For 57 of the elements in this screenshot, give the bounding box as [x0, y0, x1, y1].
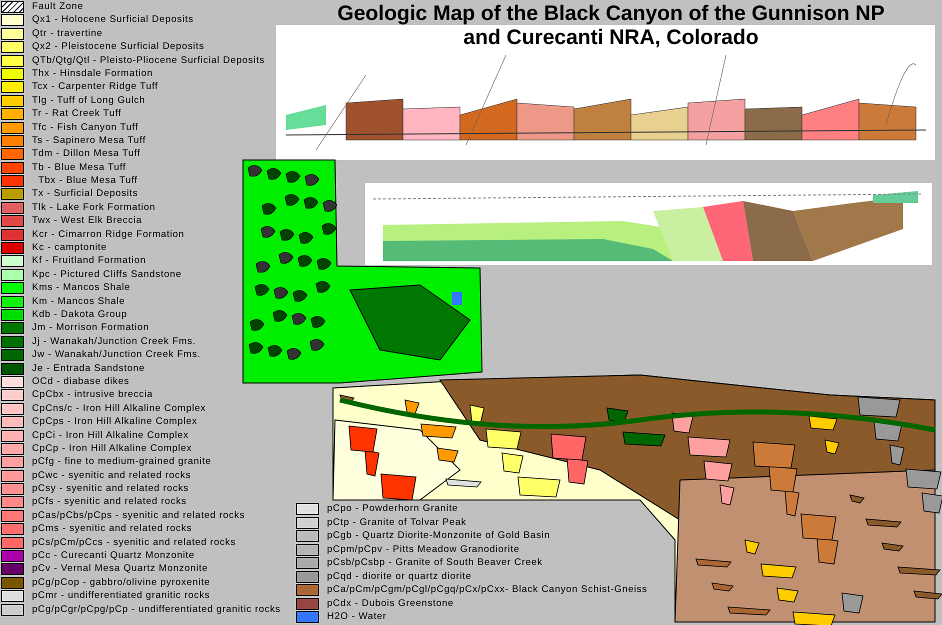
- legend-label: H2O - Water: [327, 611, 387, 623]
- legend-label: pCtp - Granite of Tolvar Peak: [327, 516, 466, 528]
- map-title: and Curecanti NRA, Colorado: [462, 26, 760, 50]
- legend-label: Qx1 - Holocene Surficial Deposits: [32, 14, 194, 26]
- legend-label: pCc - Curecanti Quartz Monzonite: [32, 550, 195, 562]
- legend-label: Kms - Mancos Shale: [32, 282, 130, 294]
- legend-label: pCmr - undifferentiated granitic rocks: [32, 590, 210, 602]
- legend-label: Kf - Fruitland Formation: [32, 255, 146, 268]
- legend-label: Kcr - Cimarron Ridge Formation: [32, 228, 184, 241]
- legend-label: Jw - Wanakah/Junction Creek Fms.: [32, 349, 201, 362]
- legend-label: Tcx - Carpenter Ridge Tuff: [32, 81, 158, 94]
- legend-label: Twx - West Elk Breccia: [32, 215, 142, 228]
- legend-label: pCfs - syenitic and related rocks: [32, 496, 187, 508]
- legend-label: pCgb - Quartz Diorite-Monzonite of Gold Basin: [327, 530, 550, 542]
- legend-label: Jm - Morrison Formation: [32, 322, 150, 334]
- legend-label: pCpo - Powderhorn Granite: [327, 503, 458, 515]
- legend-label: pCv - Vernal Mesa Quartz Monzonite: [32, 563, 208, 576]
- legend-label: Je - Entrada Sandstone: [32, 362, 145, 375]
- legend-label: QTb/Qtg/Qtl - Pleisto-Pliocene Surficial Deposits: [32, 54, 265, 67]
- legend-label: Tdm - Dillon Mesa Tuff: [32, 148, 140, 160]
- legend-label: pCpm/pCpv - Pitts Meadow Granodiorite: [327, 544, 520, 556]
- map-title: Geologic Map of the Black Canyon of the Gunnison NP: [336, 2, 886, 26]
- legend-label: Kdb - Dakota Group: [32, 308, 128, 321]
- legend-label: Jj - Wanakah/Junction Creek Fms.: [32, 336, 196, 348]
- legend-label: pCs/pCm/pCcs - syenitic and related rocks: [32, 536, 236, 549]
- legend-label: pCwc - syenitic and related rocks: [32, 470, 191, 482]
- legend-label: pCdx - Dubois Greenstone: [327, 598, 454, 610]
- legend-label: CpCbx - intrusive breccia: [32, 389, 153, 402]
- legend-label: Tb - Blue Mesa Tuff: [32, 162, 126, 174]
- legend-label: Qx2 - Pleistocene Surficial Deposits: [32, 41, 204, 54]
- legend-label: pCa/pCm/pCgm/pCgl/pCgq/pCx/pCxx- Black Canyon Schist-Gneiss: [327, 584, 648, 596]
- legend-label: Thx - Hinsdale Formation: [32, 68, 153, 80]
- legend-label: pCqd - diorite or quartz diorite: [327, 570, 472, 582]
- legend-label: CpCi - Iron Hill Alkaline Complex: [32, 430, 189, 442]
- legend-label: Tlk - Lake Fork Formation: [32, 202, 156, 214]
- legend-label: pCms - syenitic and related rocks: [32, 523, 192, 536]
- legend-label: pCsb/pCsbp - Granite of South Beaver Creek: [327, 557, 543, 569]
- legend-label: CpCp - Iron Hill Alkaline Complex: [32, 442, 192, 455]
- legend-label: Ts - Sapinero Mesa Tuff: [32, 134, 146, 147]
- legend-label: Kc - camptonite: [32, 242, 107, 254]
- legend-label: CpCps - Iron Hill Alkaline Complex: [32, 416, 198, 428]
- legend-label: Tx - Surficial Deposits: [32, 188, 138, 200]
- legend-label: Tr - Rat Creek Tuff: [32, 108, 122, 120]
- legend-label: pCg/pCop - gabbro/olivine pyroxenite: [32, 576, 210, 589]
- legend-label: Tlg - Tuff of Long Gulch: [32, 94, 146, 107]
- legend-label: Tfc - Fish Canyon Tuff: [32, 122, 138, 134]
- legend-label: Kpc - Pictured Cliffs Sandstone: [32, 268, 182, 281]
- legend-label: pCsy - syenitic and related rocks: [32, 483, 189, 496]
- legend-label: pCas/pCbs/pCps - syenitic and related rocks: [32, 510, 245, 522]
- legend-label: Tbx - Blue Mesa Tuff: [37, 175, 138, 188]
- legend-label: pCfg - fine to medium-grained granite: [32, 456, 212, 468]
- legend-label: pCg/pCgr/pCpg/pCp - undifferentiated granitic rocks: [32, 604, 281, 616]
- legend-label: Fault Zone: [32, 1, 84, 13]
- legend-label: CpCns/c - Iron Hill Alkaline Complex: [32, 402, 206, 415]
- legend-label: Qtr - travertine: [32, 28, 103, 40]
- legend-label: Km - Mancos Shale: [32, 296, 126, 308]
- legend-label: OCd - diabase dikes: [32, 376, 130, 388]
